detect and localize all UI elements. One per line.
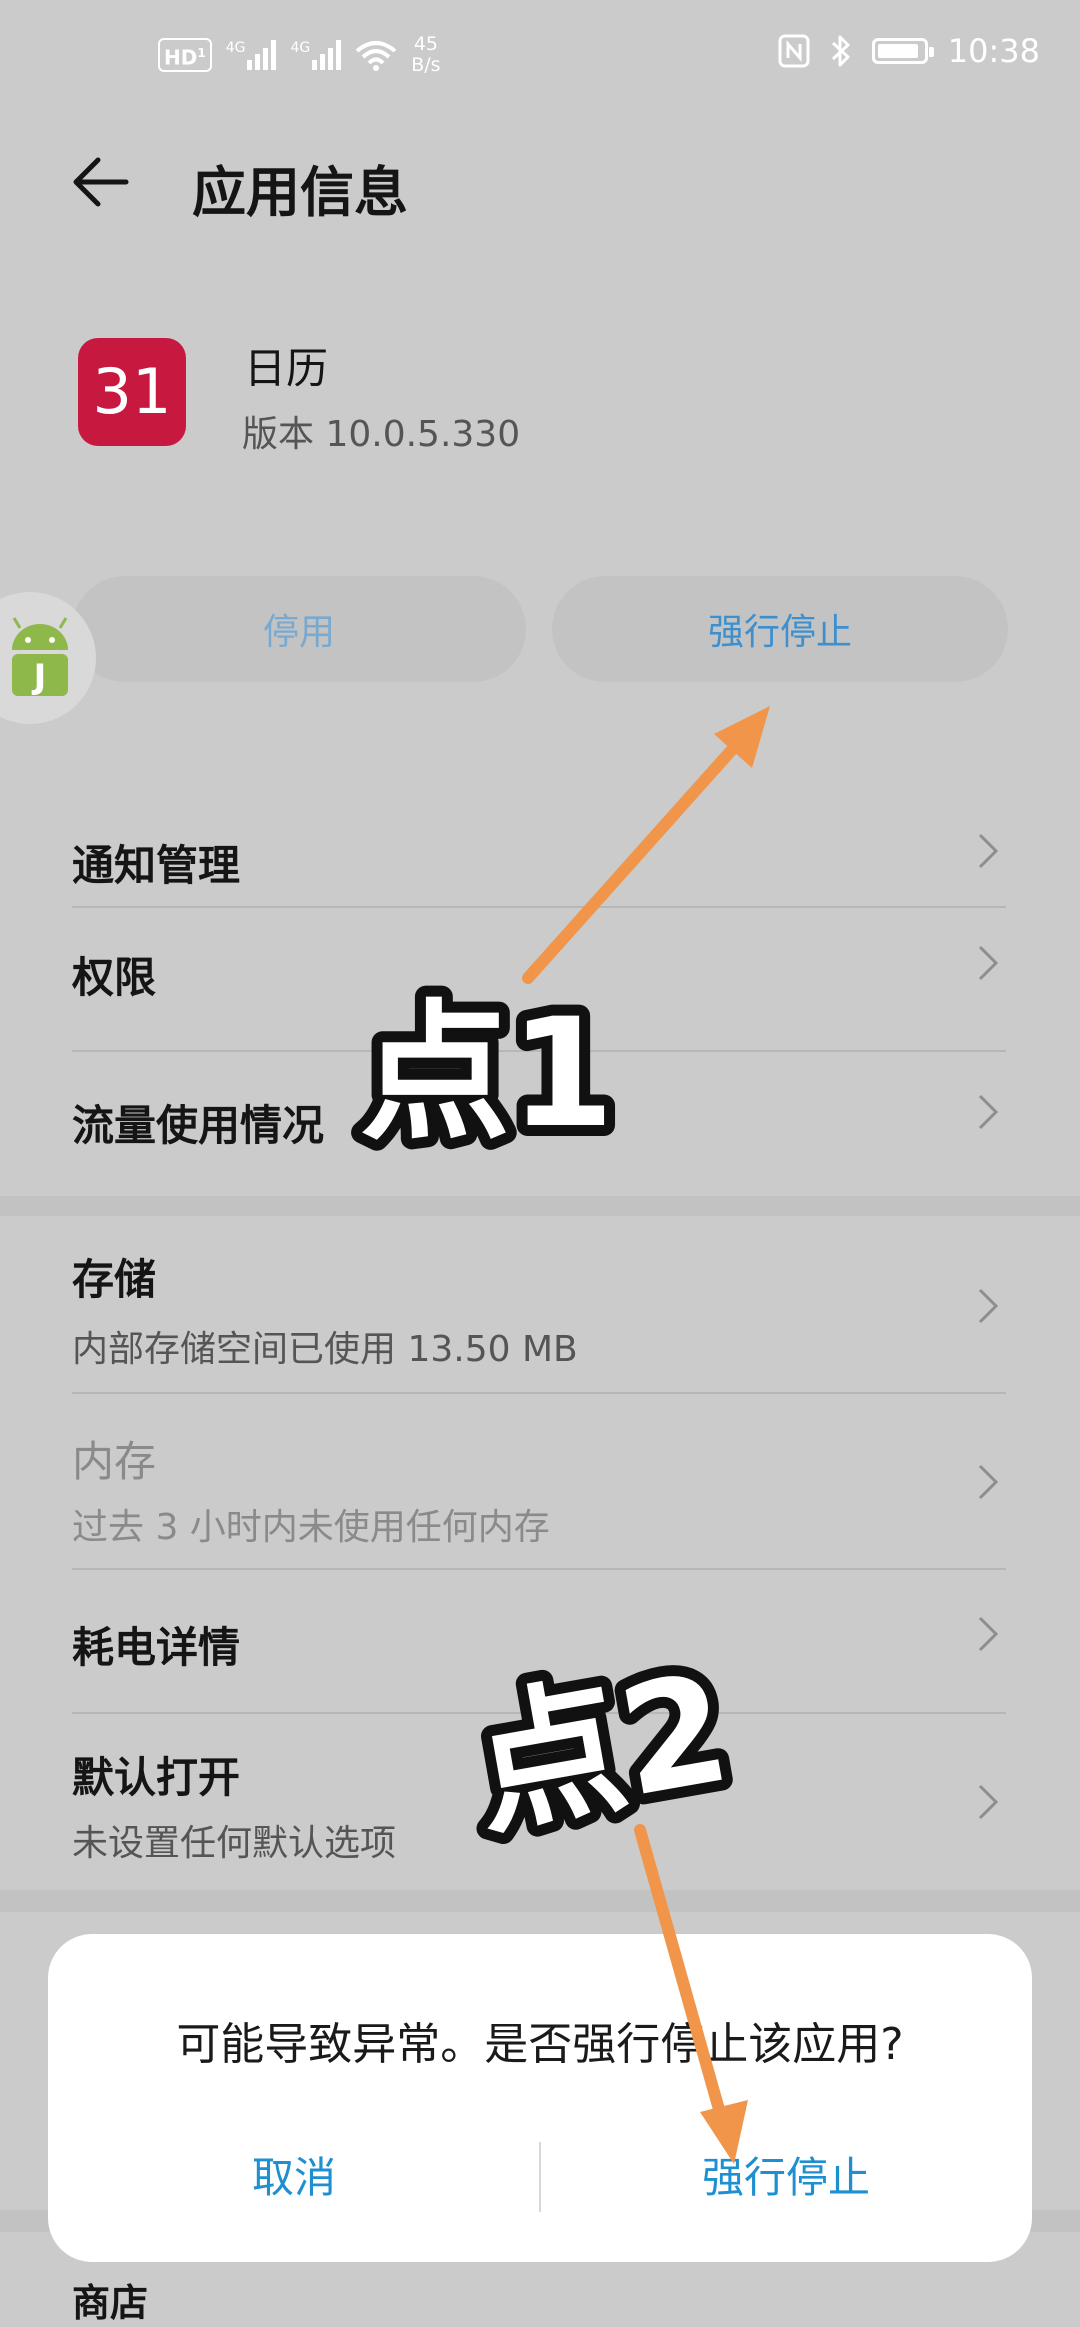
list-item-memory[interactable]: 内存 过去 3 小时内未使用任何内存 [72, 1394, 1006, 1568]
chevron-right-icon [978, 1288, 999, 1324]
svg-text:J: J [32, 657, 47, 697]
speed-unit: B/s [411, 54, 441, 76]
signal-2: 4G [290, 40, 342, 70]
force-stop-button[interactable]: 强行停止 [552, 576, 1008, 682]
signal-1: 4G [226, 40, 277, 70]
list-item-battery-usage[interactable]: 耗电详情 [72, 1570, 1006, 1712]
bluetooth-icon [831, 35, 850, 67]
row-title: 内存 [72, 1437, 157, 1486]
sim-1-label: 1 [197, 45, 206, 60]
row-title: 存储 [72, 1255, 157, 1304]
battery-fill [877, 44, 918, 58]
list-item-permissions[interactable]: 权限 [72, 908, 1006, 1050]
network-type-2: 4G [290, 40, 311, 56]
force-stop-dialog: 可能导致异常。是否强行停止该应用? 取消 强行停止 [48, 1934, 1032, 2262]
chevron-right-icon [978, 1464, 999, 1500]
hd-badge: HD1 [158, 37, 212, 73]
speed-value: 45 [413, 33, 438, 55]
page-title: 应用信息 [192, 161, 408, 224]
nfc-icon [778, 34, 810, 68]
row-subtitle: 未设置任何默认选项 [72, 1823, 397, 1864]
row-title: 通知管理 [72, 841, 241, 890]
row-title: 流量使用情况 [72, 1101, 325, 1150]
dialog-cancel-button[interactable]: 取消 [48, 2134, 540, 2214]
row-title: 权限 [72, 953, 157, 1002]
list-item-storage[interactable]: 存储 内部存储空间已使用 13.50 MB [72, 1216, 1006, 1392]
chevron-right-icon [978, 1784, 999, 1820]
chevron-right-icon [978, 945, 999, 981]
battery-icon [871, 38, 934, 64]
app-name: 日历 [244, 344, 329, 393]
disable-button[interactable]: 停用 [72, 576, 526, 682]
status-bar-right: 10:38 [778, 32, 1040, 70]
row-subtitle: 过去 3 小时内未使用任何内存 [72, 1507, 550, 1548]
network-speed: 45 B/s [411, 34, 440, 76]
signal-bars-2-icon [312, 40, 342, 70]
chevron-right-icon [978, 1616, 999, 1652]
arrow-left-icon [73, 157, 129, 207]
dialog-confirm-button[interactable]: 强行停止 [540, 2134, 1032, 2214]
chevron-right-icon [978, 1094, 999, 1130]
signal-bars-1-icon [247, 40, 277, 70]
list-item-store[interactable]: 商店 [72, 2272, 148, 2327]
wifi-icon [355, 41, 397, 71]
status-time: 10:38 [947, 32, 1040, 70]
status-bar-left: HD1 4G 4G 45 B/s [158, 34, 441, 76]
calendar-app-icon: 31 [78, 338, 186, 446]
section-gap [0, 1196, 1080, 1216]
dialog-message: 可能导致异常。是否强行停止该应用? [176, 2019, 904, 2070]
app-version: 版本 10.0.5.330 [242, 414, 521, 455]
list-item-data-usage[interactable]: 流量使用情况 [72, 1052, 1006, 1194]
row-subtitle: 内部存储空间已使用 13.50 MB [72, 1329, 578, 1370]
row-title: 默认打开 [72, 1753, 241, 1802]
row-title: 耗电详情 [72, 1623, 241, 1672]
list-item-open-by-default[interactable]: 默认打开 未设置任何默认选项 [72, 1714, 1006, 1890]
hd-label: HD [164, 45, 198, 70]
android-robot-icon: J [12, 617, 68, 697]
chevron-right-icon [978, 833, 999, 869]
network-type-1: 4G [225, 40, 246, 56]
back-button[interactable] [70, 150, 150, 230]
section-gap [0, 1890, 1080, 1912]
